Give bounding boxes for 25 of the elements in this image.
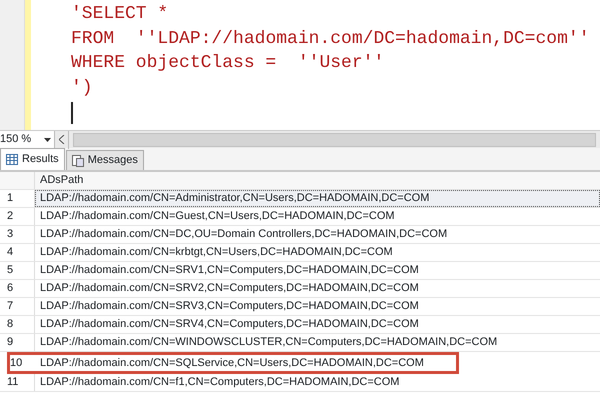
table-cell[interactable]: LDAP://hadomain.com/CN=SRV2,CN=Computers,DC=HADOMAIN,DC=COM [35, 280, 600, 297]
table-cell[interactable]: LDAP://hadomain.com/CN=Guest,CN=Users,DC=HADOMAIN,DC=COM [35, 208, 600, 225]
document-icon [72, 154, 84, 166]
results-tab[interactable]: Results [0, 148, 65, 170]
table-cell[interactable]: LDAP://hadomain.com/CN=SRV4,CN=Computers,DC=HADOMAIN,DC=COM [35, 316, 600, 333]
table-cell[interactable]: LDAP://hadomain.com/CN=DC,OU=Domain Controllers,DC=HADOMAIN,DC=COM [35, 226, 600, 243]
dropdown-caret-icon [44, 138, 51, 142]
grid-icon [6, 154, 18, 165]
table-cell[interactable]: LDAP://hadomain.com/CN=f1,CN=Computers,DC=HADOMAIN,DC=COM [35, 374, 600, 391]
text-cursor [71, 102, 73, 124]
table-cell[interactable]: LDAP://hadomain.com/CN=krbtgt,CN=Users,DC=HADOMAIN,DC=COM [35, 244, 600, 261]
code-line: FROM ''LDAP://hadomain.com/DC=hadomain,DC=com'' [71, 28, 590, 50]
code-line: 'SELECT * [71, 3, 170, 26]
zoom-dropdown[interactable]: 150 % [0, 130, 55, 148]
scrollbar-thumb[interactable] [73, 132, 596, 146]
table-cell[interactable]: LDAP://hadomain.com/CN=SQLService,CN=Users,DC=HADOMAIN,DC=COM [35, 355, 456, 371]
code-line: ') [71, 76, 94, 100]
table-cell[interactable]: LDAP://hadomain.com/CN=SRV1,CN=Computers,DC=HADOMAIN,DC=COM [35, 262, 600, 279]
left-chevron-icon [58, 135, 64, 144]
table-cell[interactable]: LDAP://hadomain.com/CN=SRV3,CN=Computers,DC=HADOMAIN,DC=COM [35, 298, 600, 315]
table-cell[interactable]: LDAP://hadomain.com/CN=WINDOWSCLUSTER,CN=Computers,DC=HADOMAIN,DC=COM [35, 334, 600, 351]
messages-tab[interactable]: Messages [66, 150, 144, 170]
table-cell[interactable]: LDAP://hadomain.com/CN=Administrator,CN=Users,DC=HADOMAIN,DC=COM [35, 190, 600, 207]
ldap-link[interactable]: LDAP://hadomain.com/DC=hadomain,DC=com [157, 28, 568, 48]
code-line: WHERE objectClass = ''User'' [71, 52, 386, 75]
